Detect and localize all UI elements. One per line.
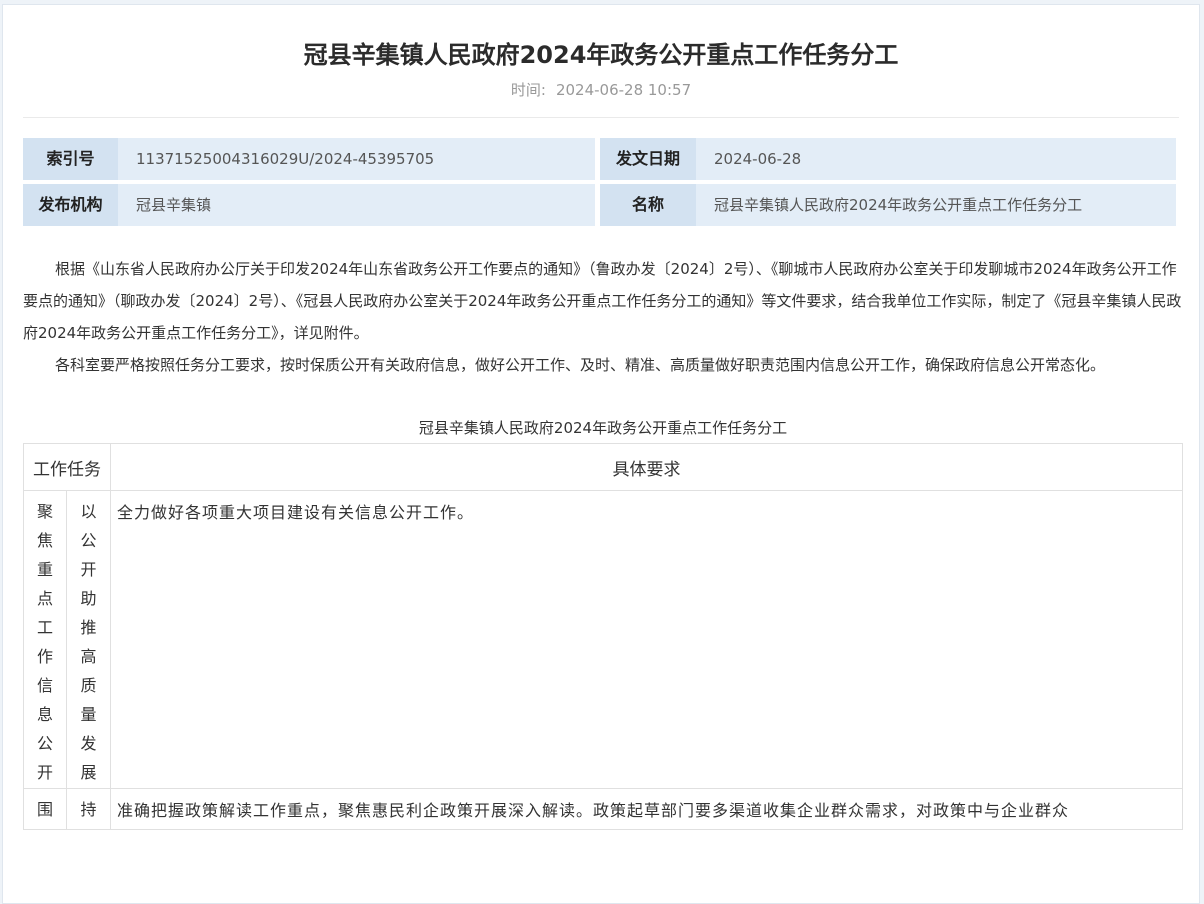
- body-paragraph-1: 根据《山东省人民政府办公厅关于印发2024年山东省政务公开工作要点的通知》（鲁政…: [23, 260, 1182, 342]
- task-category-cell: 聚 焦 重 点 工 作 信 息 公 开: [23, 490, 67, 789]
- vertical-char: 工: [36, 618, 53, 637]
- task-table: 工作任务 具体要求 聚 焦 重 点 工 作 信 息 公 开 以 公 开 助 推: [23, 443, 1183, 830]
- header-requirement: 具体要求: [110, 443, 1183, 491]
- article-title: 冠县辛集镇人民政府2024年政务公开重点工作任务分工: [303, 41, 899, 69]
- table-header-row: 工作任务 具体要求: [23, 443, 1183, 491]
- title-divider: [23, 117, 1179, 118]
- metadata-table: 索引号 11371525004316029U/2024-45395705 发文日…: [23, 138, 1181, 230]
- vertical-char: 信: [36, 676, 53, 695]
- vertical-char: 持: [80, 800, 97, 819]
- org-value: 冠县辛集镇: [118, 184, 595, 226]
- vertical-char: 展: [80, 763, 97, 782]
- time-value: 2024-06-28 10:57: [555, 81, 692, 99]
- table-row: 聚 焦 重 点 工 作 信 息 公 开 以 公 开 助 推 高 质 量 发 展 …: [23, 490, 1183, 789]
- publish-time: 时间: 2024-06-28 10:57: [3, 79, 1199, 100]
- vertical-char: 焦: [36, 531, 53, 550]
- task-subcategory-cell: 以 公 开 助 推 高 质 量 发 展: [66, 490, 111, 789]
- vertical-char: 重: [36, 560, 53, 579]
- vertical-char: 聚: [36, 502, 53, 521]
- metadata-row: 发布机构 冠县辛集镇 名称 冠县辛集镇人民政府2024年政务公开重点工作任务分工: [23, 184, 1181, 226]
- name-label: 名称: [600, 184, 696, 226]
- vertical-char: 息: [36, 705, 53, 724]
- vertical-char: 推: [80, 618, 97, 637]
- body-paragraph-2: 各科室要严格按照任务分工要求，按时保质公开有关政府信息，做好公开工作、及时、精准…: [55, 356, 1106, 374]
- vertical-char: 开: [80, 560, 97, 579]
- task-category-cell: 围: [23, 788, 67, 830]
- article-page: 冠县辛集镇人民政府2024年政务公开重点工作任务分工 时间: 2024-06-28…: [2, 4, 1200, 904]
- vertical-char: 开: [36, 763, 53, 782]
- date-label: 发文日期: [600, 138, 696, 180]
- task-subcategory-cell: 持: [66, 788, 111, 830]
- vertical-char: 高: [80, 647, 97, 666]
- metadata-row: 索引号 11371525004316029U/2024-45395705 发文日…: [23, 138, 1181, 180]
- requirement-cell: 准确把握政策解读工作重点，聚焦惠民利企政策开展深入解读。政策起草部门要多渠道收集…: [110, 788, 1183, 830]
- table-row: 围 持 准确把握政策解读工作重点，聚焦惠民利企政策开展深入解读。政策起草部门要多…: [23, 788, 1183, 830]
- vertical-char: 助: [80, 589, 97, 608]
- index-label: 索引号: [23, 138, 118, 180]
- vertical-char: 点: [36, 589, 53, 608]
- vertical-char: 发: [80, 734, 97, 753]
- name-value: 冠县辛集镇人民政府2024年政务公开重点工作任务分工: [696, 184, 1176, 226]
- vertical-char: 作: [36, 647, 53, 666]
- requirement-cell: 全力做好各项重大项目建设有关信息公开工作。: [110, 490, 1183, 789]
- vertical-char: 围: [36, 800, 53, 819]
- index-value: 11371525004316029U/2024-45395705: [118, 138, 595, 180]
- time-label: 时间:: [510, 81, 546, 99]
- vertical-char: 公: [36, 734, 53, 753]
- vertical-char: 量: [80, 705, 97, 724]
- vertical-char: 质: [80, 676, 97, 695]
- org-label: 发布机构: [23, 184, 118, 226]
- table-caption: 冠县辛集镇人民政府2024年政务公开重点工作任务分工: [418, 419, 788, 437]
- vertical-char: 公: [80, 531, 97, 550]
- header-task: 工作任务: [23, 443, 111, 491]
- vertical-char: 以: [80, 502, 97, 521]
- date-value: 2024-06-28: [696, 138, 1176, 180]
